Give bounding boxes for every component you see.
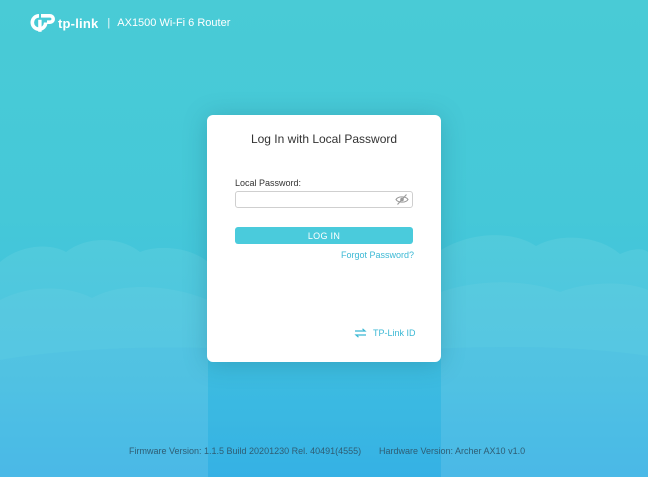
eye-slash-icon[interactable] (395, 193, 409, 206)
tp-link-logo-icon (30, 14, 55, 32)
router-model: AX1500 Wi-Fi 6 Router (117, 17, 231, 29)
hardware-version: Hardware Version: Archer AX10 v1.0 (379, 446, 526, 456)
brand-name: tp-link (58, 15, 99, 31)
firmware-version: Firmware Version: 1.1.5 Build 20201230 R… (129, 446, 362, 456)
forgot-password-link[interactable]: Forgot Password? (322, 250, 414, 260)
tplink-id-label: TP-Link ID (373, 328, 416, 338)
tplink-id-link[interactable]: TP-Link ID (354, 327, 416, 339)
password-field (235, 191, 413, 208)
header-bar: tp-link | AX1500 Wi-Fi 6 Router (30, 11, 230, 35)
header-separator: | (107, 17, 111, 29)
password-input[interactable] (236, 192, 396, 207)
login-button[interactable]: LOG IN (235, 227, 413, 244)
switch-arrows-icon (354, 328, 367, 338)
password-label: Local Password: (235, 178, 302, 188)
login-title: Log In with Local Password (250, 132, 398, 146)
